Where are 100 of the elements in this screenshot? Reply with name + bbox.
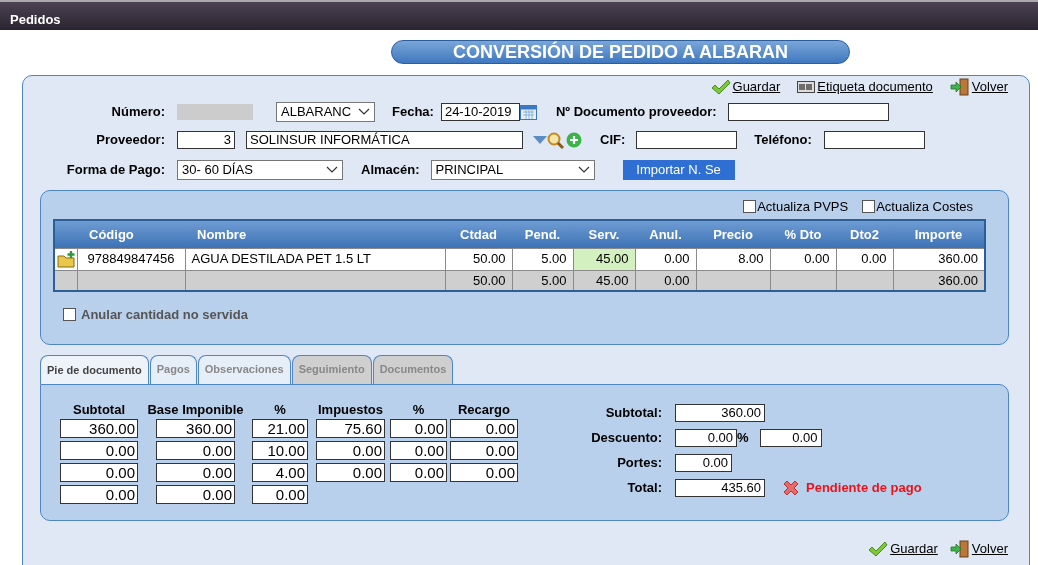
add-icon <box>566 132 582 148</box>
folder-add-icon <box>57 251 76 269</box>
field-label: Total: <box>626 478 662 497</box>
tab[interactable]: Pie de documento <box>40 355 149 384</box>
series-dropdown[interactable]: ALBARANC <box>276 102 375 122</box>
column-header[interactable]: Anul. <box>635 220 696 248</box>
caret-icon <box>533 136 547 144</box>
supplier-code-field[interactable]: 3 <box>177 131 235 149</box>
input-field[interactable] <box>636 131 738 149</box>
column-header[interactable]: % Dto <box>770 220 836 248</box>
field-label: Descuento: <box>590 428 662 447</box>
door-exit-icon <box>949 78 970 96</box>
table-cell: 5.00 <box>512 248 573 270</box>
chevron-down-icon <box>326 166 338 174</box>
table-cell: 0.00 <box>770 248 836 270</box>
amount-field[interactable]: 0.00 <box>156 441 235 460</box>
amount-field[interactable]: 4.00 <box>252 463 308 482</box>
field-label: Teléfono: <box>754 131 812 150</box>
calendar-icon <box>519 104 537 120</box>
window-title: Pedidos <box>0 0 1038 30</box>
date-field[interactable]: 24-10-2019 <box>440 103 520 121</box>
field-label: CIF: <box>600 131 626 150</box>
label-link[interactable]: Etiqueta documento <box>797 77 933 97</box>
checkbox[interactable] <box>743 200 757 213</box>
amount-field[interactable]: 0.00 <box>60 441 138 460</box>
save-link[interactable]: Guardar <box>710 77 781 97</box>
field-label: Almacén: <box>361 161 420 180</box>
import-button[interactable]: Importar N. Se <box>622 160 735 180</box>
input-field[interactable] <box>823 131 925 149</box>
column-header[interactable]: Precio <box>696 220 770 248</box>
check-icon <box>868 541 889 557</box>
column-header[interactable]: Pend. <box>512 220 573 248</box>
amount-field[interactable]: 0.00 <box>60 485 138 504</box>
amount-field[interactable]: 360.00 <box>675 403 765 422</box>
back-link[interactable]: Volver <box>949 77 1008 97</box>
checkbox[interactable] <box>63 308 76 322</box>
field-label: Proveedor: <box>95 131 165 150</box>
amount-field[interactable]: 0.00 <box>156 463 235 482</box>
supplier-name-field[interactable]: SOLINSUR INFORMÁTICA <box>246 131 523 149</box>
column-header[interactable]: Código <box>77 220 185 248</box>
table-cell: 45.00 <box>573 248 635 270</box>
save-link[interactable]: Guardar <box>868 539 938 559</box>
field-label: Subtotal: <box>604 403 662 422</box>
amount-field[interactable]: 75.60 <box>316 419 385 438</box>
percent-sign: % <box>737 428 749 447</box>
back-link[interactable]: Volver <box>949 539 1008 559</box>
checkbox-label: Actualiza PVPS <box>757 197 849 216</box>
amount-field[interactable]: 0.00 <box>390 463 447 482</box>
page-heading: CONVERSIÓN DE PEDIDO A ALBARAN <box>391 40 850 64</box>
amount-field[interactable]: 0.00 <box>156 485 235 504</box>
status-text: Pendiente de pago <box>806 478 922 497</box>
amount-field[interactable]: 0.00 <box>450 441 518 460</box>
checkbox-label: Actualiza Costes <box>876 197 973 216</box>
column-header[interactable]: Nombre <box>185 220 445 248</box>
table-cell: AGUA DESTILADA PET 1.5 LT <box>185 248 445 270</box>
table-cell: 978849847456 <box>77 248 185 270</box>
amount-field[interactable]: 0.00 <box>60 463 138 482</box>
input-field[interactable] <box>177 104 253 120</box>
amount-field[interactable]: 360.00 <box>156 419 235 438</box>
checkbox-label: Anular cantidad no servida <box>81 306 248 324</box>
chevron-down-icon <box>577 166 590 174</box>
column-header: Base Imponible <box>146 401 245 416</box>
amount-field[interactable]: 0.00 <box>675 453 732 472</box>
amount-field[interactable]: 0.00 <box>759 428 822 447</box>
door-exit-icon <box>949 540 970 558</box>
check-icon <box>710 79 731 95</box>
payment-dropdown[interactable]: 30- 60 DÍAS <box>177 160 343 180</box>
amount-field[interactable]: 0.00 <box>252 485 308 504</box>
amount-field[interactable]: 435.60 <box>675 478 765 497</box>
column-header: % <box>273 401 287 416</box>
field-label: Nº Documento proveedor: <box>555 103 717 122</box>
amount-field[interactable]: 0.00 <box>450 419 518 438</box>
column-header: Recargo <box>457 401 511 416</box>
amount-field[interactable]: 0.00 <box>450 463 518 482</box>
search-icon <box>547 131 564 149</box>
amount-field[interactable]: 0.00 <box>316 463 385 482</box>
checkbox[interactable] <box>862 200 876 213</box>
warehouse-dropdown[interactable]: PRINCIPAL <box>430 160 595 180</box>
table-cell: 50.00 <box>445 248 512 270</box>
column-header: Impuestos <box>317 401 384 416</box>
table-cell: 0.00 <box>836 248 893 270</box>
chevron-down-icon <box>358 108 370 116</box>
table-cell: 8.00 <box>696 248 770 270</box>
field-label: Forma de Pago: <box>65 161 165 180</box>
field-label: Fecha: <box>392 103 434 122</box>
table-cell: 0.00 <box>635 248 696 270</box>
amount-field[interactable]: 0.00 <box>316 441 385 460</box>
column-header[interactable]: Serv. <box>573 220 635 248</box>
amount-field[interactable]: 10.00 <box>252 441 308 460</box>
column-header[interactable]: Dto2 <box>836 220 893 248</box>
amount-field[interactable]: 0.00 <box>390 441 447 460</box>
amount-field[interactable]: 0.00 <box>675 428 737 447</box>
cross-icon <box>782 478 800 497</box>
amount-field[interactable]: 0.00 <box>390 419 447 438</box>
amount-field[interactable]: 360.00 <box>60 419 138 438</box>
amount-field[interactable]: 21.00 <box>252 419 308 438</box>
input-field[interactable] <box>727 103 889 121</box>
column-header[interactable]: Ctdad <box>445 220 512 248</box>
table-cell: 360.00 <box>893 248 985 270</box>
column-header[interactable]: Importe <box>893 220 985 248</box>
